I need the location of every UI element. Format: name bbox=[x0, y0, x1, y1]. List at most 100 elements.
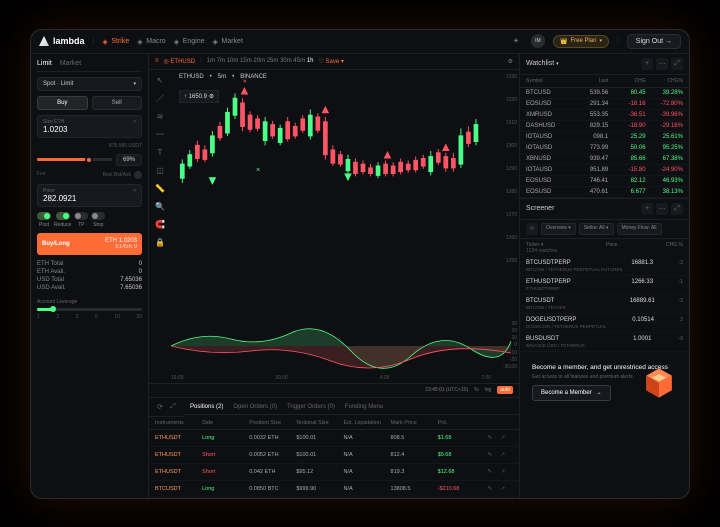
positions-tab[interactable]: Trigger Orders (0) bbox=[287, 404, 335, 410]
positions-refresh-icon[interactable]: ⟳ bbox=[155, 402, 165, 412]
lock-tool-icon[interactable]: 🔒 bbox=[153, 236, 167, 250]
tf-save[interactable]: ♡ Save ▾ bbox=[318, 58, 343, 65]
tf-20m[interactable]: 20m bbox=[253, 58, 265, 64]
watchlist-settings-icon[interactable]: ⋯ bbox=[656, 58, 668, 70]
watchlist-row[interactable]: DASHUSD829.15-18.90-29.16% bbox=[520, 121, 689, 132]
screener-add-icon[interactable]: + bbox=[641, 203, 653, 215]
screener-filter-strike[interactable]: Strike: All ▾ bbox=[579, 223, 614, 235]
watchlist-expand-icon[interactable]: ⤢ bbox=[671, 58, 683, 70]
switch-stop[interactable] bbox=[91, 212, 105, 220]
chart-settings-icon[interactable]: ⚙ bbox=[508, 58, 513, 65]
close-position-icon[interactable]: ↗ bbox=[498, 450, 508, 460]
chart-area[interactable]: ↖ ／ ≋ 〰 T ◫ 📏 🔍 🧲 🔒 ETHUSD• 5m• BINANCE … bbox=[149, 70, 519, 383]
ruler-tool-icon[interactable]: 📏 bbox=[153, 182, 167, 196]
screener-row[interactable]: BTCUSDT16889.61-2BITCOIN / TETHER bbox=[520, 295, 689, 314]
switch-post[interactable] bbox=[37, 212, 51, 220]
cursor-tool-icon[interactable]: ↖ bbox=[153, 74, 167, 88]
switch-reduce[interactable] bbox=[56, 212, 70, 220]
clear-icon[interactable]: × bbox=[133, 119, 136, 125]
position-row[interactable]: ETHUSDTLong0.0032 ETH$100.01N/A808.5$1.6… bbox=[149, 430, 519, 447]
candle-icon[interactable]: ≡ bbox=[155, 58, 159, 64]
positions-tab[interactable]: Open Orders (0) bbox=[233, 404, 277, 410]
screener-row[interactable]: BUSDUSDT1.0001-0BINANCE USD / TETHERUS bbox=[520, 333, 689, 352]
edit-position-icon[interactable]: ✎ bbox=[485, 467, 495, 477]
screener-expand-icon[interactable]: ⤢ bbox=[671, 203, 683, 215]
screener-refresh-icon[interactable]: ⟳ bbox=[526, 223, 538, 235]
zoom-tool-icon[interactable]: 🔍 bbox=[153, 200, 167, 214]
nav-market[interactable]: ◈Market bbox=[213, 38, 243, 45]
positions-expand-icon[interactable]: ⤢ bbox=[168, 402, 178, 412]
bidask-label: Best Bid/Ask bbox=[103, 172, 131, 178]
size-field[interactable]: Size ETH × 1.0203 bbox=[37, 115, 142, 138]
bidask-toggle[interactable] bbox=[134, 171, 142, 179]
become-member-button[interactable]: Become a Member → bbox=[532, 385, 611, 401]
screener-filter-overview[interactable]: Overview ▾ bbox=[541, 223, 576, 235]
edit-position-icon[interactable]: ✎ bbox=[485, 433, 495, 443]
edit-position-icon[interactable]: ✎ bbox=[485, 484, 495, 494]
screener-row[interactable]: ETHUSDTPERP1266.33-1ETHUSDTPERP bbox=[520, 276, 689, 295]
screener-settings-icon[interactable]: ⋯ bbox=[656, 203, 668, 215]
screener-filter-money[interactable]: Money Flow: All bbox=[617, 223, 662, 235]
pct-toggle[interactable]: % bbox=[474, 387, 478, 393]
oscillator-chart bbox=[171, 321, 511, 371]
magnet-tool-icon[interactable]: 🧲 bbox=[153, 218, 167, 232]
nav-macro[interactable]: ◈Macro bbox=[137, 38, 165, 45]
watchlist-row[interactable]: EOSUSD291.34-18.16-72.80% bbox=[520, 99, 689, 110]
line-tool-icon[interactable]: ／ bbox=[153, 92, 167, 106]
watchlist-row[interactable]: EOSUSD746.4182.1246.93% bbox=[520, 176, 689, 187]
switch-tp[interactable] bbox=[74, 212, 88, 220]
watchlist-row[interactable]: XMRUSD553.35-36.51-39.96% bbox=[520, 110, 689, 121]
nav-engine[interactable]: ◈Engine bbox=[174, 38, 205, 45]
close-position-icon[interactable]: ↗ bbox=[498, 484, 508, 494]
watchlist-row[interactable]: IOTAUSD773.9950.0695.25% bbox=[520, 143, 689, 154]
watchlist-add-icon[interactable]: + bbox=[641, 58, 653, 70]
user-avatar[interactable]: IM bbox=[531, 34, 545, 48]
brush-tool-icon[interactable]: 〰 bbox=[153, 128, 167, 142]
positions-tab[interactable]: Funding Menu bbox=[345, 404, 383, 410]
edit-position-icon[interactable]: ✎ bbox=[485, 450, 495, 460]
auto-toggle[interactable]: auto bbox=[497, 386, 513, 394]
tab-limit[interactable]: Limit bbox=[37, 60, 52, 67]
position-row[interactable]: ETHUSDTShort0.042 ETH$95.12N/A819.3$12.6… bbox=[149, 464, 519, 481]
screener-row[interactable]: BTCUSDTPERP16881.3-2BITCOIN / TETHERUS P… bbox=[520, 257, 689, 276]
position-row[interactable]: BTCUSDTLong0.0850 BTC$999.90N/A13808.5-$… bbox=[149, 481, 519, 498]
tab-market[interactable]: Market bbox=[60, 60, 81, 67]
plan-badge[interactable]: 👑 Free Plan ▾ bbox=[553, 35, 609, 48]
clear-icon[interactable]: × bbox=[133, 188, 136, 194]
tf-15m[interactable]: 15m bbox=[240, 58, 252, 64]
symbol-selector[interactable]: ◎ ETHUSD bbox=[164, 58, 196, 65]
nav-strike[interactable]: ◈Strike bbox=[102, 38, 129, 45]
signout-button[interactable]: Sign Out → bbox=[627, 34, 681, 49]
screener-row[interactable]: DOGEUSDTPERP0.105142DOGECOIN / TETHERUS … bbox=[520, 314, 689, 333]
theme-toggle-icon[interactable]: ☀ bbox=[509, 34, 523, 48]
svg-text:✕: ✕ bbox=[243, 79, 248, 85]
size-slider[interactable]: 69% bbox=[37, 154, 142, 166]
tf-45m[interactable]: 45m bbox=[293, 58, 305, 64]
pattern-tool-icon[interactable]: ◫ bbox=[153, 164, 167, 178]
tf-10m[interactable]: 10m bbox=[227, 58, 239, 64]
fib-tool-icon[interactable]: ≋ bbox=[153, 110, 167, 124]
watchlist-row[interactable]: IOTAUSD098.125.2925.61% bbox=[520, 132, 689, 143]
positions-tab[interactable]: Positions (2) bbox=[190, 404, 223, 410]
screener-panel: Screener + ⋯ ⤢ ⟳ Overview ▾ Strike: All … bbox=[520, 198, 689, 352]
watchlist-row[interactable]: EOSUSD470.616.67738.13% bbox=[520, 187, 689, 198]
text-tool-icon[interactable]: T bbox=[153, 146, 167, 160]
tf-7m[interactable]: 7m bbox=[217, 58, 225, 64]
position-row[interactable]: ETHUSDTShort0.0052 ETH$100.01N/A812.4$5.… bbox=[149, 447, 519, 464]
buy-button[interactable]: Buy bbox=[37, 96, 88, 110]
order-type-select[interactable]: Spot · Limit ▾ bbox=[37, 77, 142, 91]
price-field[interactable]: Price × 282.0921 bbox=[37, 184, 142, 207]
tf-1m[interactable]: 1m bbox=[207, 58, 215, 64]
close-position-icon[interactable]: ↗ bbox=[498, 467, 508, 477]
tf-1h[interactable]: 1h bbox=[307, 58, 314, 64]
close-position-icon[interactable]: ↗ bbox=[498, 433, 508, 443]
tf-25m[interactable]: 25m bbox=[267, 58, 279, 64]
watchlist-row[interactable]: XBNUSD939.4785.6667.38% bbox=[520, 154, 689, 165]
tf-30m[interactable]: 30m bbox=[280, 58, 292, 64]
sell-button[interactable]: Sell bbox=[92, 96, 143, 110]
buy-long-button[interactable]: Buy/Long ETH 1.0203 $1456.9 bbox=[37, 233, 142, 255]
watchlist-row[interactable]: IOTAUSD951.89-15.80-24.90% bbox=[520, 165, 689, 176]
leverage-slider[interactable] bbox=[37, 308, 142, 311]
log-toggle[interactable]: log bbox=[485, 387, 492, 393]
watchlist-row[interactable]: BTCUSD539.5680.4539.28% bbox=[520, 88, 689, 99]
